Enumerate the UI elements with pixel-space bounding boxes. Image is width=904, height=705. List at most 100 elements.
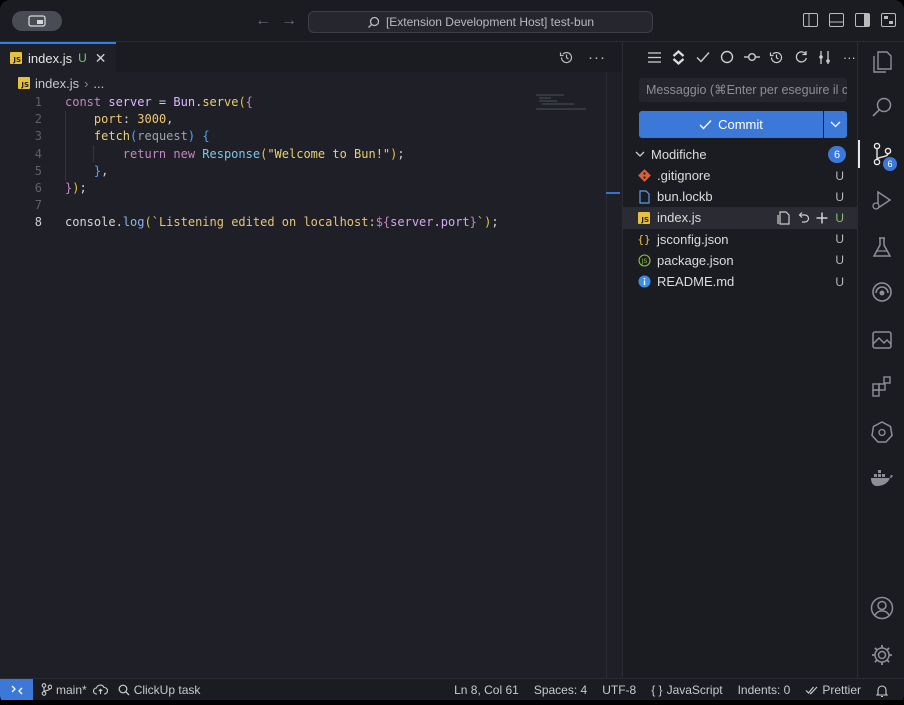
command-center-label: [Extension Development Host] test-bun [385,15,595,29]
prettier-indicator[interactable]: Prettier [805,683,861,697]
git-branch-icon [41,683,52,696]
settings-gear-icon[interactable] [858,635,904,675]
explorer-icon[interactable] [858,42,904,82]
list-item[interactable]: README.md U [623,271,858,292]
git-commit-icon[interactable] [744,49,760,65]
docker-icon[interactable] [858,458,904,498]
list-item[interactable]: {} jsconfig.json U [623,229,858,250]
language-mode[interactable]: { } JavaScript [651,683,722,697]
double-check-icon [805,686,818,695]
toggle-secondary-sidebar-icon[interactable] [854,12,870,28]
line-number: 2 [34,112,42,127]
changes-section-header[interactable]: Modifiche 6 [623,144,858,165]
code-line-6: 6 }); [0,180,606,197]
tab-index-js[interactable]: JS index.js U ✕ [0,42,117,72]
editor-scrollbar[interactable] [606,72,620,678]
screen-icon [28,15,46,27]
list-item[interactable]: bun.lockb U [623,186,858,207]
token: ( [144,215,152,230]
breadcrumb-file[interactable]: index.js [35,76,79,91]
stage-plus-icon[interactable] [816,212,828,224]
code-line-7: 7 [0,197,606,214]
token: 3000 [137,112,167,127]
back-arrow-icon[interactable]: ← [255,12,271,30]
token: . [433,215,441,230]
token: port [440,215,470,230]
tab-label: index.js [28,50,73,66]
more-actions-icon[interactable]: ··· [588,49,606,66]
indentation-spaces[interactable]: Spaces: 4 [534,683,587,697]
toggle-primary-sidebar-icon[interactable] [802,12,818,28]
code-line-3: 3 fetch(request) { [0,128,606,145]
close-icon[interactable]: ✕ [95,50,107,67]
open-file-icon[interactable] [777,211,791,225]
stash-circle-icon[interactable] [720,49,735,65]
svg-text:JS: JS [640,258,647,265]
layout-controls [802,12,896,28]
commit-check-icon[interactable] [696,49,711,65]
account-icon[interactable] [858,588,904,628]
timeline-history-icon[interactable] [559,50,574,65]
customize-layout-icon[interactable] [880,12,896,28]
discard-changes-icon[interactable] [797,211,810,224]
list-item[interactable]: JS package.json U [623,250,858,271]
list-item[interactable]: JS index.js U [623,207,858,229]
search-icon[interactable] [858,87,904,127]
code-line-5: 5 }, [0,163,606,180]
js-file-icon: JS [10,52,22,64]
source-control-icon[interactable]: 6 [858,134,904,174]
commit-button[interactable]: Commit [639,111,823,138]
more-actions-icon[interactable]: ··· [842,49,857,65]
notifications-bell-icon[interactable] [876,684,888,697]
toggle-panel-icon[interactable] [828,12,844,28]
run-debug-icon[interactable] [858,180,904,220]
file-status: U [835,232,844,247]
token: ; [397,146,405,161]
extensions-icon[interactable] [858,366,904,406]
cloud-upload-icon [92,684,108,695]
scrollbar-cursor-marker [606,192,620,194]
token: return [122,146,167,161]
history-icon[interactable] [769,49,784,65]
token: , [101,163,109,178]
remote-indicator[interactable] [0,678,33,701]
cursor-position[interactable]: Ln 8, Col 61 [454,683,519,697]
token: { [245,95,253,109]
scm-toolbar: ··· [623,42,857,72]
testing-flask-icon[interactable] [858,227,904,267]
image-preview-icon[interactable] [858,320,904,360]
scm-count-badge: 6 [883,157,897,171]
commit-message-input[interactable] [639,78,847,102]
list-view-icon[interactable] [647,49,662,65]
check-icon [699,120,712,130]
title-bar: ← → [Extension Development Host] test-bu… [0,0,904,42]
branch-compare-icon[interactable] [818,49,833,65]
remote-explorer-icon[interactable] [858,272,904,312]
file-encoding[interactable]: UTF-8 [602,683,636,697]
commit-dropdown-button[interactable] [824,111,847,138]
minimap[interactable] [536,94,606,114]
breadcrumb-symbols[interactable]: ... [93,76,104,91]
indents-indicator[interactable]: Indents: 0 [738,683,791,697]
clickup-indicator[interactable]: ClickUp task [118,683,200,697]
sync-indicator[interactable] [92,684,108,695]
sync-arrows-icon[interactable] [671,49,686,65]
remote-window-button[interactable] [12,11,62,31]
file-status: U [835,189,844,204]
refresh-icon[interactable] [793,49,808,65]
js-file-icon: JS [18,77,30,89]
git-icon [637,169,651,183]
token: } [469,215,477,230]
branch-indicator[interactable]: main* [41,683,87,697]
token: ; [491,215,499,230]
language-label: JavaScript [666,683,723,697]
line-number: 8 [34,215,42,230]
token: const [65,95,102,109]
forward-arrow-icon[interactable]: → [281,12,297,30]
code-editor[interactable]: 1 const server = Bun.serve({ 2 port: 300… [0,94,606,232]
list-item[interactable]: .gitignore U [623,165,858,186]
command-center-search[interactable]: [Extension Development Host] test-bun [308,11,653,33]
token: console [65,215,116,230]
code-line-8: 8 console.log(`Listening edited on local… [0,214,606,231]
kubernetes-icon[interactable] [858,412,904,452]
